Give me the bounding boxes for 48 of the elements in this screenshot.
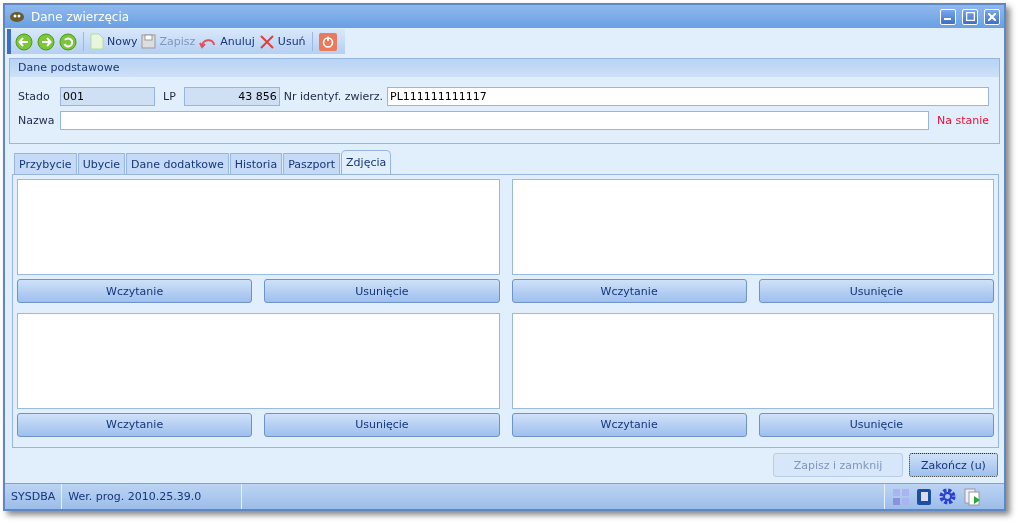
power-button-icon[interactable]: [318, 32, 337, 51]
version-text: Wer. prog. 2010.25.39.0: [62, 484, 243, 509]
export-icon[interactable]: [964, 487, 982, 506]
new-button[interactable]: Nowy: [90, 33, 138, 50]
tab[interactable]: Paszport: [283, 153, 341, 174]
cancel-button[interactable]: Anuluj: [199, 34, 255, 49]
finish-button[interactable]: Zakończ (u): [909, 453, 998, 477]
remove-button[interactable]: Usunięcie: [264, 279, 500, 303]
tab[interactable]: Zdjęcia: [341, 150, 392, 174]
app-logo-icon: [9, 9, 25, 24]
grid-icon[interactable]: [893, 488, 909, 505]
tab[interactable]: Ubycie: [77, 153, 126, 174]
close-button[interactable]: [984, 8, 1000, 25]
field-label: LP: [163, 90, 176, 103]
status-text: Na stanie: [936, 114, 989, 127]
herd-field[interactable]: 001: [60, 87, 155, 106]
refresh-icon[interactable]: [59, 32, 77, 51]
gear-icon[interactable]: [939, 488, 956, 505]
load-button[interactable]: Wczytanie: [511, 412, 747, 437]
tab[interactable]: Historia: [229, 153, 283, 174]
maximize-icon: [965, 12, 975, 21]
floppy-icon: [141, 34, 157, 49]
load-button[interactable]: Wczytanie: [17, 279, 253, 303]
close-icon: [988, 12, 996, 21]
load-button[interactable]: Wczytanie: [511, 279, 747, 303]
name-field[interactable]: [60, 111, 929, 130]
maximize-button[interactable]: [962, 8, 978, 25]
back-icon[interactable]: [15, 32, 33, 51]
document-icon: [90, 33, 104, 50]
panel-title: Dane podstawowe: [10, 59, 999, 77]
tab[interactable]: Przybycie: [14, 153, 77, 174]
remove-button[interactable]: Usunięcie: [758, 279, 994, 303]
lp-field[interactable]: 43 856: [183, 87, 280, 106]
database-icon[interactable]: [917, 487, 931, 506]
remove-button[interactable]: Usunięcie: [264, 412, 500, 437]
tab[interactable]: Dane dodatkowe: [126, 153, 229, 174]
minimize-button[interactable]: [940, 8, 956, 25]
delete-button[interactable]: Usuń: [258, 33, 306, 50]
id-field[interactable]: PL111111111117: [387, 87, 989, 106]
cross-icon: [258, 33, 275, 50]
user-text: SYSDBA: [5, 484, 63, 509]
field-label: Nr identyf. zwierz.: [283, 90, 384, 103]
field-label: Stado: [18, 90, 51, 103]
remove-button[interactable]: Usunięcie: [758, 412, 994, 437]
window-title: Dane zwierzęcia: [31, 9, 131, 24]
load-button[interactable]: Wczytanie: [17, 412, 253, 437]
forward-icon[interactable]: [37, 32, 55, 51]
field-label: Nazwa: [18, 114, 56, 127]
